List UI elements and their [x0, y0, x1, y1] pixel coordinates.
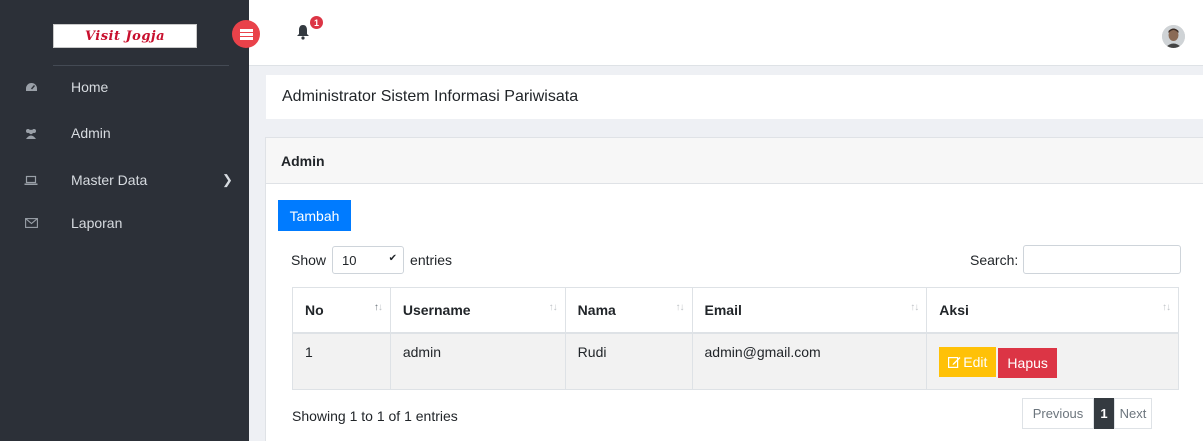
laptop-icon [24, 173, 38, 187]
column-header-username[interactable]: Username ↑↓ [389, 287, 566, 334]
user-photo-icon [1162, 25, 1185, 48]
users-icon [24, 126, 38, 140]
search-input[interactable] [1023, 245, 1182, 274]
entries-select-value: 10 [342, 252, 357, 268]
column-header-nama[interactable]: Nama ↑↓ [564, 287, 693, 334]
envelope-icon [24, 216, 38, 230]
column-header-aksi[interactable]: Aksi ↑↓ [926, 287, 1179, 334]
cell-nama: Rudi [564, 332, 693, 390]
column-header-no[interactable]: No ↑↓ [292, 287, 391, 334]
column-header-label: Email [704, 301, 742, 318]
column-header-label: Aksi [939, 301, 969, 318]
page-title: Administrator Sistem Informasi Pariwisat… [266, 75, 1203, 119]
chevron-down-icon: ✔ [388, 253, 398, 264]
add-button[interactable]: Tambah [278, 200, 351, 231]
sort-icon: ↑↓ [910, 302, 919, 313]
table-header-row: No ↑↓ Username ↑↓ Nama ↑↓ Email ↑↓ Aksi ↑↓ [292, 287, 1179, 334]
edit-button-label: Edit [963, 353, 988, 370]
sort-icon: ↑↓ [675, 302, 685, 313]
previous-page-button[interactable]: Previous [1022, 398, 1094, 429]
column-header-label: Nama [577, 301, 616, 318]
pagination: Previous 1 Next [1022, 398, 1152, 429]
brand: Visit Jogja [0, 0, 249, 66]
user-avatar[interactable] [1162, 25, 1185, 48]
page-1-button[interactable]: 1 [1094, 398, 1114, 429]
cell-aksi: Edit Hapus [926, 332, 1179, 390]
cell-username: admin [389, 332, 566, 390]
sidebar-item-label: Admin [71, 125, 111, 141]
show-label: Show [291, 252, 327, 268]
card-header: Admin [266, 138, 1203, 184]
bell-icon [297, 25, 309, 40]
chevron-right-icon: ❯ [222, 172, 233, 187]
sort-icon: ↑↓ [373, 302, 383, 313]
sidebar-toggle-button[interactable] [232, 20, 260, 48]
search-label: Search: [970, 251, 1019, 268]
admin-card: Admin Tambah Show 10 ✔ entries Search: N… [265, 137, 1203, 441]
sidebar-item-label: Home [71, 79, 109, 95]
sort-icon: ↑↓ [548, 302, 558, 313]
cell-email: admin@gmail.com [691, 332, 928, 390]
edit-icon [948, 356, 961, 368]
column-header-label: No [305, 301, 324, 318]
brand-divider [53, 65, 229, 66]
admin-table: No ↑↓ Username ↑↓ Nama ↑↓ Email ↑↓ Aksi ↑↓ 1 … [292, 287, 1179, 390]
entries-select[interactable]: 10 ✔ [332, 246, 405, 274]
column-header-label: Username [402, 301, 471, 318]
sidebar-item-home[interactable]: Home [0, 67, 249, 107]
length-control: Show 10 ✔ entries [291, 246, 452, 274]
sidebar-item-label: Master Data [71, 172, 148, 188]
column-header-email[interactable]: Email ↑↓ [691, 287, 928, 334]
sidebar-item-laporan[interactable]: Laporan [0, 203, 249, 243]
sort-icon: ↑↓ [1162, 302, 1171, 313]
sidebar: Visit Jogja Home Admin Master Data ❯ Lap… [0, 0, 249, 441]
table-row: 1 admin Rudi admin@gmail.com Edit Hapus [292, 332, 1179, 390]
brand-logo[interactable]: Visit Jogja [53, 24, 197, 48]
table-info: Showing 1 to 1 of 1 entries [292, 408, 458, 424]
next-page-button[interactable]: Next [1114, 398, 1152, 429]
edit-button[interactable]: Edit [939, 346, 997, 377]
brand-logo-text: Visit Jogja [84, 28, 166, 44]
search-control: Search: [970, 245, 1182, 274]
top-navbar: 1 [232, 0, 1203, 66]
notification-badge: 1 [310, 16, 323, 29]
server-icon [239, 28, 253, 40]
dashboard-icon [24, 80, 38, 94]
sidebar-item-label: Laporan [71, 215, 123, 231]
sidebar-item-admin[interactable]: Admin [0, 113, 249, 153]
entries-label: entries [410, 252, 453, 268]
cell-no: 1 [292, 332, 391, 390]
delete-button[interactable]: Hapus [998, 347, 1057, 378]
sidebar-item-master-data[interactable]: Master Data ❯ [0, 160, 249, 200]
